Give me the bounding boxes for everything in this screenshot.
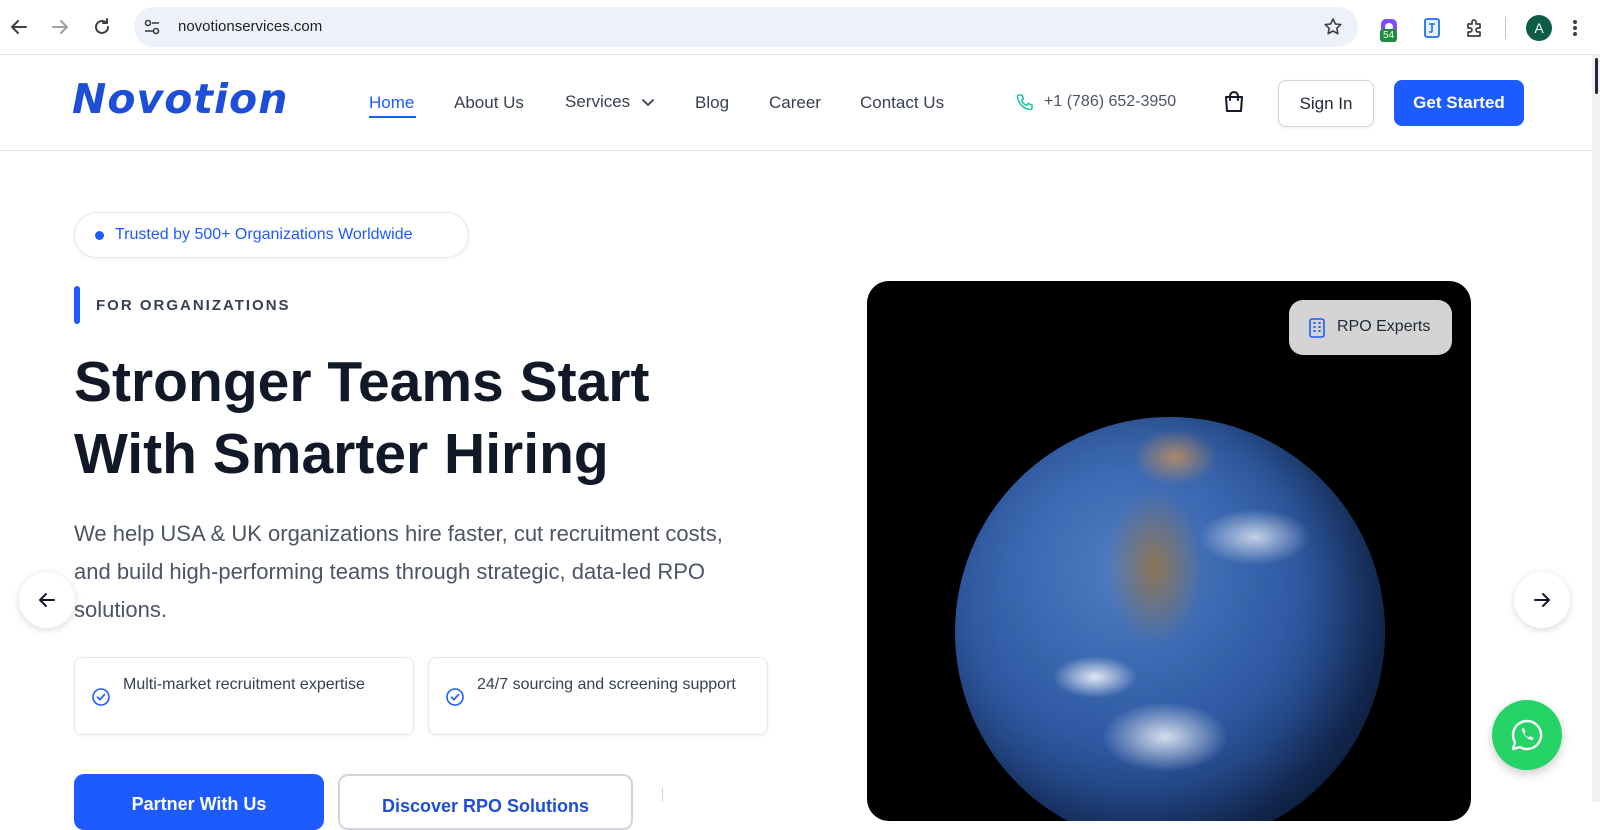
- nav-contact-us[interactable]: Contact Us: [860, 93, 944, 113]
- feature-card-multi-market: Multi-market recruitment expertise: [74, 657, 414, 735]
- arrow-left-icon: [39, 593, 55, 607]
- url-text[interactable]: novotionservices.com: [178, 18, 322, 35]
- puzzle-icon[interactable]: [1463, 16, 1487, 40]
- extension-icon-2[interactable]: [1420, 16, 1444, 40]
- building-icon: [1307, 317, 1327, 339]
- nav-home[interactable]: Home: [369, 93, 414, 113]
- earth-image: [955, 417, 1385, 821]
- hero-headline: Stronger Teams Start With Smarter Hiring: [74, 346, 774, 490]
- reload-icon[interactable]: [89, 14, 115, 40]
- profile-avatar[interactable]: A: [1526, 15, 1552, 41]
- rpo-experts-label: RPO Experts: [1337, 318, 1431, 335]
- feature-card-sourcing: 24/7 sourcing and screening support: [428, 657, 768, 735]
- nav-active-indicator: [369, 116, 416, 118]
- headline-line-2: With Smarter Hiring: [74, 422, 609, 486]
- carousel-prev-button[interactable]: [19, 572, 75, 628]
- hero-subtext: We help USA & UK organizations hire fast…: [74, 521, 723, 622]
- phone-number[interactable]: +1 (786) 652-3950: [1044, 93, 1176, 111]
- whatsapp-chat-button[interactable]: [1492, 700, 1562, 770]
- page-scrollbar[interactable]: [1592, 55, 1600, 802]
- check-circle-icon: [91, 687, 111, 707]
- bookmark-star-icon[interactable]: [1322, 16, 1344, 38]
- cta-divider: [662, 788, 663, 802]
- address-bar[interactable]: novotionservices.com: [134, 7, 1358, 47]
- trust-dot: [95, 231, 104, 240]
- nav-blog[interactable]: Blog: [695, 93, 729, 113]
- brand-logo[interactable]: Novotion: [72, 75, 288, 123]
- trust-badge: Trusted by 500+ Organizations Worldwide: [74, 212, 469, 258]
- rpo-experts-badge: RPO Experts: [1289, 300, 1452, 355]
- chevron-down-icon: [642, 98, 654, 106]
- browser-toolbar: novotionservices.com 54 A: [0, 0, 1600, 55]
- whatsapp-icon: [1511, 719, 1543, 751]
- discover-rpo-solutions-button[interactable]: Discover RPO Solutions: [338, 774, 633, 830]
- phone-icon: [1015, 92, 1035, 112]
- cart-icon[interactable]: [1221, 89, 1247, 115]
- back-arrow-icon[interactable]: [6, 14, 32, 40]
- nav-services-label: Services: [565, 92, 631, 111]
- partner-with-us-button[interactable]: Partner With Us: [74, 774, 324, 830]
- eyebrow-accent-bar: [74, 286, 80, 324]
- nav-career[interactable]: Career: [769, 93, 821, 113]
- eyebrow-label: FOR ORGANIZATIONS: [96, 297, 291, 314]
- arrow-right-icon: [1534, 593, 1550, 607]
- carousel-next-button[interactable]: [1514, 572, 1570, 628]
- nav-about-us[interactable]: About Us: [454, 93, 524, 113]
- scrollbar-thumb[interactable]: [1595, 58, 1598, 94]
- site-header: Novotion Home About Us Services Blog Car…: [0, 55, 1600, 151]
- extension-badge: 54: [1380, 29, 1398, 42]
- feature-text: 24/7 sourcing and screening support: [477, 676, 736, 693]
- site-settings-icon[interactable]: [142, 17, 162, 37]
- get-started-button[interactable]: Get Started: [1394, 80, 1524, 126]
- headline-line-1: Stronger Teams Start: [74, 350, 650, 414]
- feature-text: Multi-market recruitment expertise: [123, 676, 365, 693]
- kebab-menu-icon[interactable]: [1568, 16, 1582, 40]
- forward-arrow-icon[interactable]: [47, 14, 73, 40]
- nav-services[interactable]: Services: [565, 92, 655, 112]
- hero-media-card: [867, 281, 1471, 821]
- sign-in-button[interactable]: Sign In: [1278, 80, 1374, 127]
- trust-badge-text: Trusted by 500+ Organizations Worldwide: [115, 226, 413, 243]
- check-circle-icon: [445, 687, 465, 707]
- toolbar-divider: [1505, 17, 1506, 39]
